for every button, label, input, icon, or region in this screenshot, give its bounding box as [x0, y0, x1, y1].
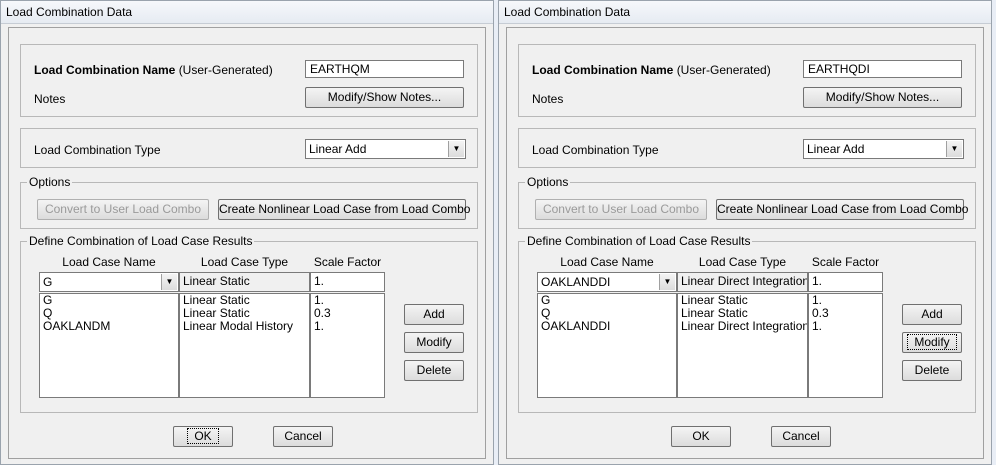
case-name-list[interactable]: G Q OAKLANDDI — [537, 293, 677, 398]
col-header-case-type: Load Case Type — [200, 255, 289, 269]
options-group: Options Convert to User Load Combo Creat… — [20, 175, 478, 229]
list-item[interactable]: 1. — [809, 294, 882, 307]
load-combination-window-1: Load Combination Data Load Combination N… — [0, 0, 494, 465]
modify-show-notes-button[interactable]: Modify/Show Notes... — [803, 87, 962, 108]
scale-factor-list[interactable]: 1. 0.3 1. — [310, 293, 385, 398]
title-bar[interactable]: Load Combination Data — [499, 1, 991, 24]
modify-button[interactable]: Modify — [404, 332, 464, 353]
cancel-button[interactable]: Cancel — [273, 426, 333, 447]
add-button[interactable]: Add — [404, 304, 464, 325]
combination-name-input[interactable]: EARTHQDI — [803, 60, 962, 78]
ok-button[interactable]: OK — [671, 426, 731, 447]
notes-label: Notes — [34, 92, 66, 106]
scale-factor-input[interactable]: 1. — [808, 272, 883, 292]
name-group: Load Combination Name (User-Generated) E… — [20, 44, 478, 117]
col-header-scale-factor: Scale Factor — [313, 255, 382, 269]
load-combination-window-2: Load Combination Data Load Combination N… — [498, 0, 992, 465]
ok-button[interactable]: OK — [173, 426, 233, 447]
list-item[interactable]: G — [40, 294, 178, 307]
combination-name-input[interactable]: EARTHQM — [305, 60, 464, 78]
combination-type-value: Linear Add — [807, 142, 865, 156]
dialog-client: Load Combination Name (User-Generated) E… — [8, 27, 486, 459]
notes-label: Notes — [532, 92, 564, 106]
create-nonlinear-load-case-button[interactable]: Create Nonlinear Load Case from Load Com… — [716, 199, 968, 220]
col-header-case-type: Load Case Type — [698, 255, 787, 269]
case-name-value: OAKLANDDI — [541, 275, 611, 289]
combination-type-value: Linear Add — [309, 142, 367, 156]
window-title: Load Combination Data — [504, 5, 631, 19]
combination-type-select[interactable]: Linear Add ▼ — [803, 139, 964, 159]
define-combination-group: Define Combination of Load Case Results … — [518, 234, 976, 413]
list-item[interactable]: Linear Static — [180, 307, 309, 320]
chevron-down-icon[interactable]: ▼ — [659, 274, 675, 290]
col-header-case-name: Load Case Name — [560, 255, 654, 269]
type-group: Load Combination Type Linear Add ▼ — [518, 128, 976, 168]
list-item[interactable]: Q — [40, 307, 178, 320]
scale-factor-input[interactable]: 1. — [310, 272, 385, 292]
add-button[interactable]: Add — [902, 304, 962, 325]
modify-show-notes-button[interactable]: Modify/Show Notes... — [305, 87, 464, 108]
case-type-list[interactable]: Linear Static Linear Static Linear Modal… — [179, 293, 310, 398]
define-combination-group: Define Combination of Load Case Results … — [20, 234, 478, 413]
window-title: Load Combination Data — [6, 5, 133, 19]
list-item[interactable]: 1. — [311, 294, 384, 307]
delete-button[interactable]: Delete — [404, 360, 464, 381]
type-group: Load Combination Type Linear Add ▼ — [20, 128, 478, 168]
scale-factor-list[interactable]: 1. 0.3 1. — [808, 293, 883, 398]
list-item[interactable]: 0.3 — [311, 307, 384, 320]
combination-type-select[interactable]: Linear Add ▼ — [305, 139, 466, 159]
list-item[interactable]: Linear Static — [678, 294, 807, 307]
case-type-field: Linear Static — [179, 272, 310, 292]
title-bar[interactable]: Load Combination Data — [1, 1, 493, 24]
col-header-scale-factor: Scale Factor — [811, 255, 880, 269]
list-item[interactable]: Linear Modal History — [180, 320, 309, 333]
col-header-case-name: Load Case Name — [62, 255, 156, 269]
create-nonlinear-load-case-button[interactable]: Create Nonlinear Load Case from Load Com… — [218, 199, 470, 220]
name-group: Load Combination Name (User-Generated) E… — [518, 44, 976, 117]
case-name-select[interactable]: OAKLANDDI ▼ — [537, 272, 677, 292]
dialog-client: Load Combination Name (User-Generated) E… — [506, 27, 984, 459]
delete-button[interactable]: Delete — [902, 360, 962, 381]
case-name-list[interactable]: G Q OAKLANDM — [39, 293, 179, 398]
combination-type-label: Load Combination Type — [34, 143, 161, 157]
list-item[interactable]: OAKLANDM — [40, 320, 178, 333]
options-legend: Options — [27, 175, 73, 189]
list-item[interactable]: Q — [538, 307, 676, 320]
combination-type-label: Load Combination Type — [532, 143, 659, 157]
chevron-down-icon[interactable]: ▼ — [448, 141, 464, 157]
list-item[interactable]: G — [538, 294, 676, 307]
combination-name-label: Load Combination Name (User-Generated) — [34, 63, 273, 77]
list-item[interactable]: Linear Static — [180, 294, 309, 307]
define-combination-legend: Define Combination of Load Case Results — [525, 234, 753, 248]
list-item[interactable]: 1. — [809, 320, 882, 333]
options-legend: Options — [525, 175, 571, 189]
chevron-down-icon[interactable]: ▼ — [161, 274, 177, 290]
define-combination-legend: Define Combination of Load Case Results — [27, 234, 255, 248]
case-type-list[interactable]: Linear Static Linear Static Linear Direc… — [677, 293, 808, 398]
list-item[interactable]: 0.3 — [809, 307, 882, 320]
list-item[interactable]: Linear Static — [678, 307, 807, 320]
modify-button[interactable]: Modify — [902, 332, 962, 353]
case-name-value: G — [43, 275, 53, 289]
list-item[interactable]: OAKLANDDI — [538, 320, 676, 333]
combination-name-label: Load Combination Name (User-Generated) — [532, 63, 771, 77]
cancel-button[interactable]: Cancel — [771, 426, 831, 447]
convert-to-user-load-combo-button[interactable]: Convert to User Load Combo — [535, 199, 707, 220]
convert-to-user-load-combo-button[interactable]: Convert to User Load Combo — [37, 199, 209, 220]
case-type-field: Linear Direct Integration — [677, 272, 808, 292]
list-item[interactable]: 1. — [311, 320, 384, 333]
case-name-select[interactable]: G ▼ — [39, 272, 179, 292]
list-item[interactable]: Linear Direct Integration Hi — [678, 320, 807, 333]
options-group: Options Convert to User Load Combo Creat… — [518, 175, 976, 229]
chevron-down-icon[interactable]: ▼ — [946, 141, 962, 157]
